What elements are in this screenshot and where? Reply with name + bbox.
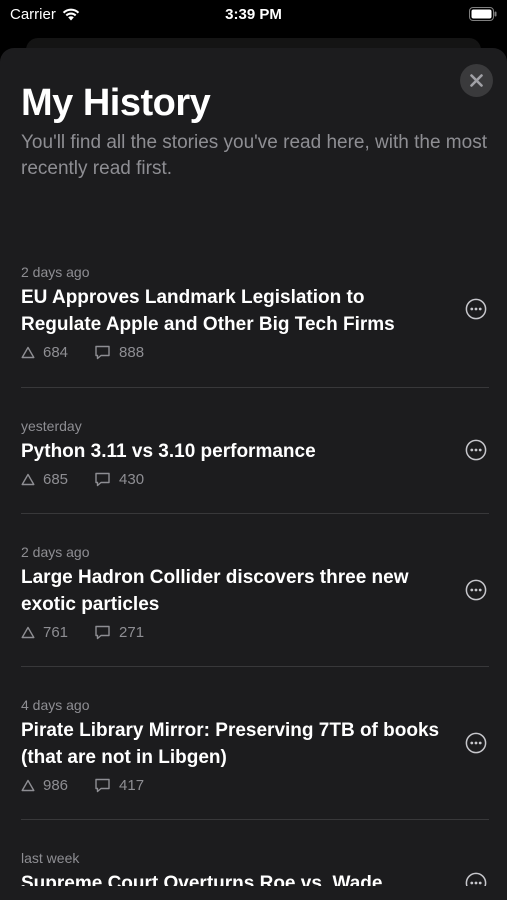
comments-group: 430 [94, 471, 144, 488]
more-options-icon[interactable] [465, 439, 487, 461]
story-title[interactable]: Supreme Court Overturns Roe vs. Wade [21, 870, 441, 886]
history-item[interactable]: yesterday Python 3.11 vs 3.10 performanc… [0, 418, 507, 488]
story-title[interactable]: Pirate Library Mirror: Preserving 7TB of… [21, 717, 441, 771]
divider [21, 387, 489, 388]
comments-count: 888 [119, 344, 145, 361]
story-meta: 685 430 [21, 471, 507, 488]
page-subtitle: You'll find all the stories you've read … [21, 132, 487, 179]
close-icon [470, 74, 483, 87]
comment-icon [95, 625, 110, 640]
story-title[interactable]: EU Approves Landmark Legislation to Regu… [21, 284, 441, 338]
upvote-icon [21, 626, 35, 639]
points-group: 986 [21, 777, 68, 794]
comments-group: 888 [94, 344, 144, 361]
history-item[interactable]: 2 days ago Large Hadron Collider discove… [0, 544, 507, 641]
more-options-icon[interactable] [465, 579, 487, 601]
history-item-clip: last week Supreme Court Overturns Roe vs… [0, 820, 507, 886]
comments-group: 271 [94, 624, 144, 641]
comments-count: 271 [119, 624, 145, 641]
more-options-icon[interactable] [465, 872, 487, 886]
history-list: 2 days ago EU Approves Landmark Legislat… [0, 212, 507, 361]
upvote-icon [21, 346, 35, 359]
comments-group: 417 [94, 777, 144, 794]
status-time: 3:39 PM [225, 6, 282, 23]
history-item[interactable]: last week Supreme Court Overturns Roe vs… [0, 850, 507, 886]
story-meta: 761 271 [21, 624, 507, 641]
points-count: 986 [43, 777, 69, 794]
comments-count: 417 [119, 777, 145, 794]
story-title[interactable]: Python 3.11 vs 3.10 performance [21, 438, 441, 465]
comments-count: 430 [119, 471, 145, 488]
close-button[interactable] [460, 64, 493, 97]
read-time: last week [21, 850, 80, 866]
comment-icon [95, 345, 110, 360]
read-time: 2 days ago [21, 544, 90, 560]
story-meta: 684 888 [21, 344, 507, 361]
read-time: yesterday [21, 418, 82, 434]
upvote-icon [21, 473, 35, 486]
read-time: 4 days ago [21, 697, 90, 713]
comment-icon [95, 472, 110, 487]
upvote-icon [21, 779, 35, 792]
points-count: 761 [43, 624, 69, 641]
story-title[interactable]: Large Hadron Collider discovers three ne… [21, 564, 441, 618]
status-bar: Carrier 3:39 PM [0, 0, 507, 30]
points-group: 685 [21, 471, 68, 488]
more-options-icon[interactable] [465, 298, 487, 320]
history-item[interactable]: 2 days ago EU Approves Landmark Legislat… [0, 212, 507, 361]
divider [21, 513, 489, 514]
more-options-icon[interactable] [465, 732, 487, 754]
points-count: 685 [43, 471, 69, 488]
points-group: 761 [21, 624, 68, 641]
bottom-safe-area [0, 886, 507, 900]
divider [21, 666, 489, 667]
page-title: My History [21, 82, 211, 124]
story-meta: 986 417 [21, 777, 507, 794]
points-group: 684 [21, 344, 68, 361]
points-count: 684 [43, 344, 69, 361]
comment-icon [95, 778, 110, 793]
battery-icon [469, 7, 497, 25]
read-time: 2 days ago [21, 264, 90, 280]
history-item[interactable]: 4 days ago Pirate Library Mirror: Preser… [0, 697, 507, 794]
